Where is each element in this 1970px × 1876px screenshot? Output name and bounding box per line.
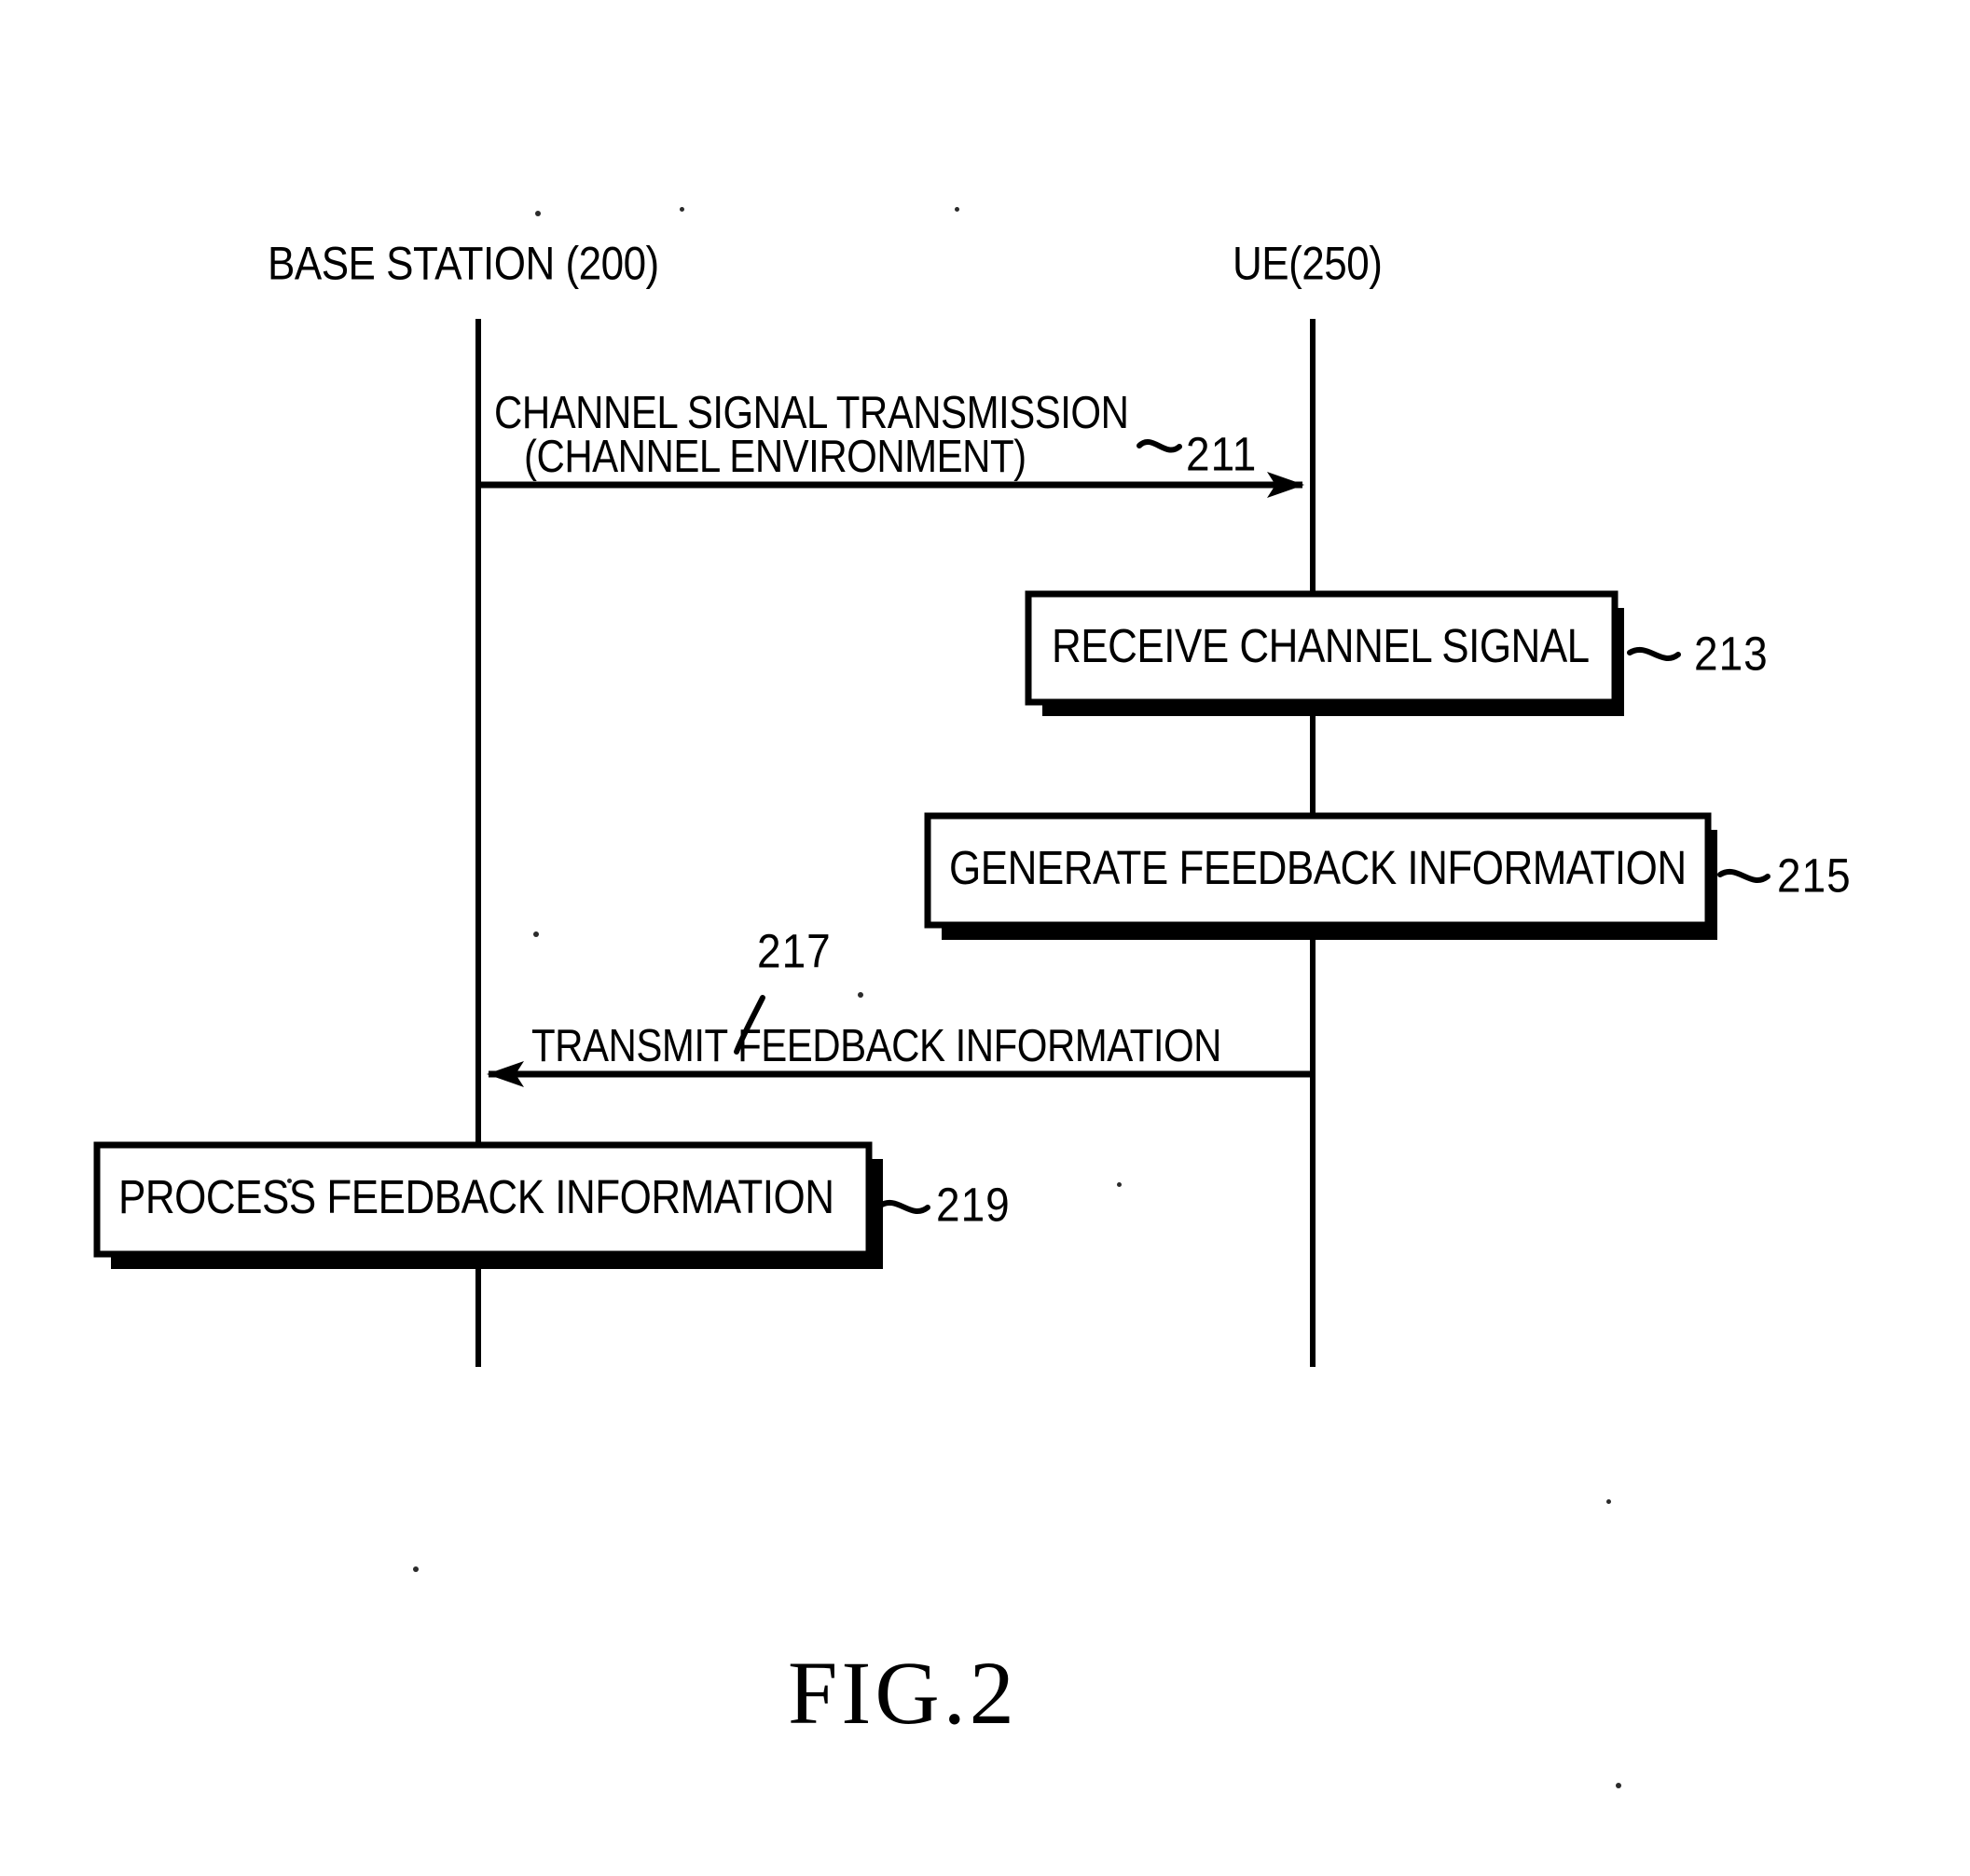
step-label-219: PROCESS FEEDBACK INFORMATION — [118, 1171, 834, 1224]
reference-number-211: 211 — [1186, 427, 1258, 481]
reference-number-219: 219 — [936, 1178, 1011, 1232]
scan-speck — [1117, 1182, 1122, 1187]
leader-line-219 — [877, 1200, 930, 1214]
actor-label-ue: UE(250) — [1233, 238, 1383, 290]
scan-speck — [680, 207, 684, 212]
scan-speck — [287, 1179, 292, 1183]
patent-figure: BASE STATION (200) UE(250) CHANNEL SIGNA… — [0, 0, 1970, 1876]
scan-speck — [1606, 1499, 1611, 1504]
scan-speck — [1616, 1783, 1621, 1788]
leader-line-211 — [1137, 439, 1182, 453]
message-label-217: TRANSMIT FEEDBACK INFORMATION — [531, 1020, 1221, 1071]
figure-caption: FIG.2 — [788, 1643, 1018, 1743]
reference-number-215: 215 — [1777, 848, 1852, 903]
scan-speck — [533, 931, 539, 937]
leader-line-213 — [1627, 647, 1681, 661]
step-label-215: GENERATE FEEDBACK INFORMATION — [949, 842, 1687, 895]
step-label-213: RECEIVE CHANNEL SIGNAL — [1052, 620, 1590, 673]
reference-number-213: 213 — [1694, 627, 1769, 681]
scan-speck — [858, 992, 863, 998]
reference-number-217: 217 — [757, 924, 832, 978]
scan-speck — [955, 207, 959, 212]
scan-speck — [413, 1566, 419, 1572]
actor-label-base-station: BASE STATION (200) — [268, 238, 659, 290]
message-label-211-line2: (CHANNEL ENVIRONMENT) — [524, 431, 1026, 482]
scan-speck — [535, 211, 541, 216]
leader-line-215 — [1717, 869, 1770, 883]
